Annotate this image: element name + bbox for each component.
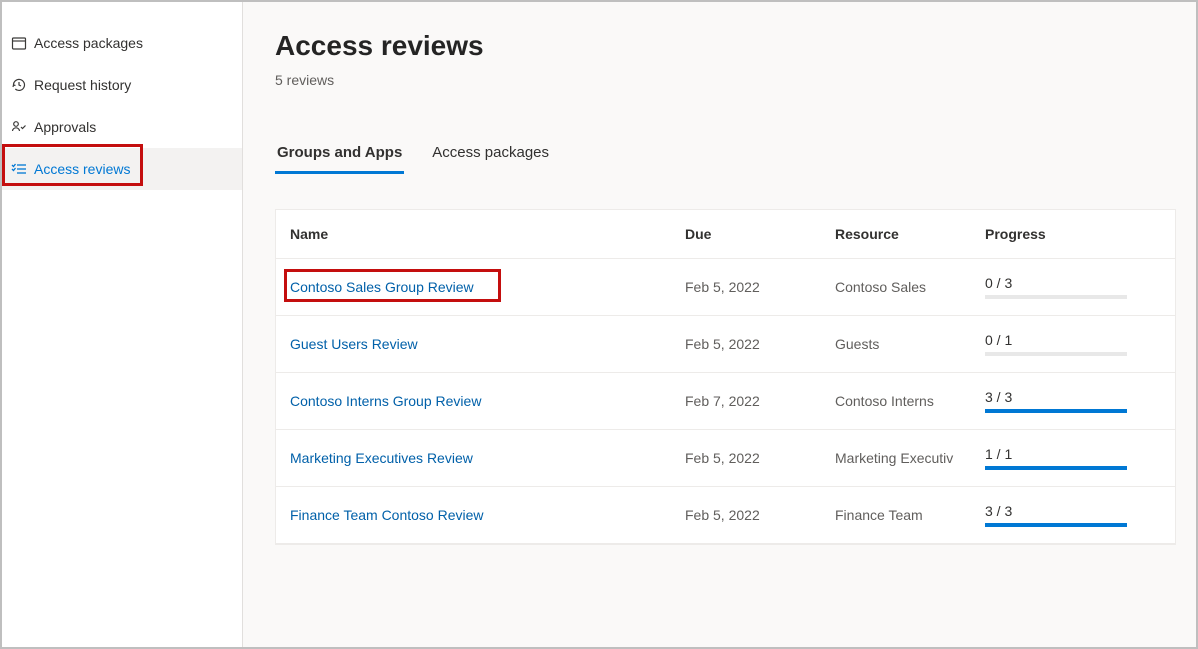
history-icon bbox=[10, 76, 28, 94]
page-title: Access reviews bbox=[275, 30, 1176, 62]
col-header-name[interactable]: Name bbox=[276, 210, 671, 258]
progress-text: 0 / 1 bbox=[985, 332, 1127, 348]
sidebar-item-label: Request history bbox=[34, 77, 234, 93]
cell-due: Feb 5, 2022 bbox=[671, 320, 821, 368]
sidebar-item-access-reviews[interactable]: Access reviews bbox=[2, 148, 242, 190]
table-row: Finance Team Contoso Review Feb 5, 2022Fi… bbox=[276, 487, 1175, 544]
cell-name: Guest Users Review bbox=[276, 320, 671, 368]
cell-name: Contoso Interns Group Review bbox=[276, 377, 671, 425]
approvals-icon bbox=[10, 118, 28, 136]
app-frame: Access packages Request history Approvals A… bbox=[0, 0, 1198, 649]
sidebar-item-approvals[interactable]: Approvals bbox=[2, 106, 242, 148]
col-header-resource[interactable]: Resource bbox=[821, 210, 971, 258]
tabs: Groups and Apps Access packages bbox=[275, 136, 1176, 175]
progress-fill bbox=[985, 523, 1127, 527]
progress-fill bbox=[985, 466, 1127, 470]
review-name-link[interactable]: Contoso Sales Group Review bbox=[290, 279, 474, 295]
cell-resource: Contoso Interns bbox=[821, 377, 971, 425]
review-name-link[interactable]: Guest Users Review bbox=[290, 336, 418, 352]
progress-text: 1 / 1 bbox=[985, 446, 1127, 462]
cell-due: Feb 5, 2022 bbox=[671, 434, 821, 482]
col-header-progress[interactable]: Progress bbox=[971, 210, 1141, 258]
review-name-link[interactable]: Finance Team Contoso Review bbox=[290, 507, 484, 523]
progress-text: 3 / 3 bbox=[985, 389, 1127, 405]
cell-progress: 0 / 3 bbox=[971, 259, 1141, 315]
progress-bar bbox=[985, 295, 1127, 299]
progress-text: 0 / 3 bbox=[985, 275, 1127, 291]
sidebar-item-request-history[interactable]: Request history bbox=[2, 64, 242, 106]
table-row: Marketing Executives Review Feb 5, 2022Ma… bbox=[276, 430, 1175, 487]
review-name-link[interactable]: Marketing Executives Review bbox=[290, 450, 473, 466]
progress-text: 3 / 3 bbox=[985, 503, 1127, 519]
cell-resource: Guests bbox=[821, 320, 971, 368]
cell-resource: Finance Team bbox=[821, 491, 971, 539]
sidebar-item-label: Access packages bbox=[34, 35, 234, 51]
cell-progress: 0 / 1 bbox=[971, 316, 1141, 372]
main-content: Access reviews 5 reviews Groups and Apps… bbox=[243, 2, 1196, 647]
cell-name: Contoso Sales Group Review bbox=[276, 263, 671, 311]
cell-resource: Marketing Executiv bbox=[821, 434, 971, 482]
cell-progress: 3 / 3 bbox=[971, 373, 1141, 429]
table-header-row: Name Due Resource Progress bbox=[276, 210, 1175, 259]
sidebar: Access packages Request history Approvals A… bbox=[2, 2, 243, 647]
cell-resource: Contoso Sales bbox=[821, 263, 971, 311]
reviews-table: Name Due Resource Progress Contoso Sales… bbox=[275, 209, 1176, 545]
cell-name: Finance Team Contoso Review bbox=[276, 491, 671, 539]
col-header-due[interactable]: Due bbox=[671, 210, 821, 258]
progress-bar bbox=[985, 409, 1127, 413]
progress-bar bbox=[985, 523, 1127, 527]
progress-fill bbox=[985, 409, 1127, 413]
cell-name: Marketing Executives Review bbox=[276, 434, 671, 482]
tab-groups-apps[interactable]: Groups and Apps bbox=[275, 136, 404, 174]
progress-bar bbox=[985, 466, 1127, 470]
table-row: Contoso Sales Group Review Feb 5, 2022Con… bbox=[276, 259, 1175, 316]
table-row: Guest Users Review Feb 5, 2022Guests 0 / 1 bbox=[276, 316, 1175, 373]
cell-due: Feb 7, 2022 bbox=[671, 377, 821, 425]
cell-progress: 3 / 3 bbox=[971, 487, 1141, 543]
cell-progress: 1 / 1 bbox=[971, 430, 1141, 486]
package-icon bbox=[10, 34, 28, 52]
page-subtitle: 5 reviews bbox=[275, 72, 1176, 88]
cell-due: Feb 5, 2022 bbox=[671, 263, 821, 311]
tab-access-packages[interactable]: Access packages bbox=[430, 136, 551, 174]
sidebar-item-access-packages[interactable]: Access packages bbox=[2, 22, 242, 64]
progress-bar bbox=[985, 352, 1127, 356]
table-body: Contoso Sales Group ReviewFeb 5, 2022Con… bbox=[276, 259, 1175, 544]
checklist-icon bbox=[10, 160, 28, 178]
sidebar-item-label: Approvals bbox=[34, 119, 234, 135]
sidebar-item-label: Access reviews bbox=[34, 161, 234, 177]
cell-due: Feb 5, 2022 bbox=[671, 491, 821, 539]
review-name-link[interactable]: Contoso Interns Group Review bbox=[290, 393, 481, 409]
table-row: Contoso Interns Group Review Feb 7, 2022C… bbox=[276, 373, 1175, 430]
